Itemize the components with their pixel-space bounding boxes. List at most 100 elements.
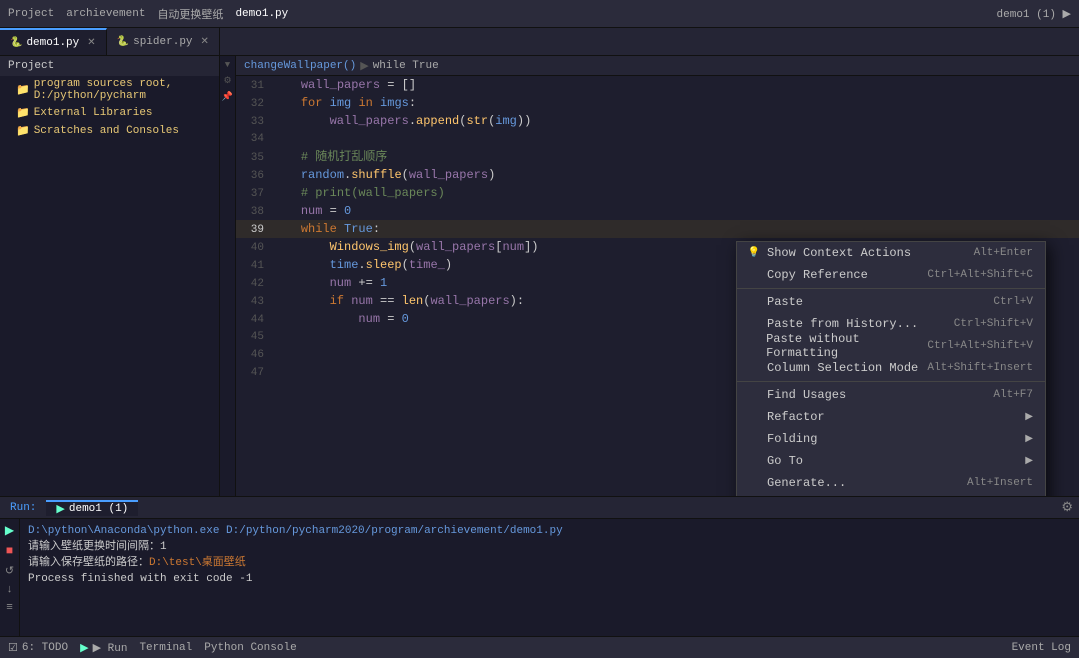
sidebar-title: Project — [8, 60, 54, 72]
line-num-38: 38 — [236, 203, 272, 221]
tab-spider[interactable]: 🐍 spider.py ✕ — [107, 28, 220, 55]
code-editor[interactable]: changeWallpaper() ▶ while True 31 wall_p… — [236, 56, 1079, 496]
line-content-33: wall_papers.append(str(img)) — [272, 112, 531, 130]
menu-label-generate: Generate... — [767, 476, 846, 490]
menu-paste-no-format[interactable]: Paste without Formatting Ctrl+Alt+Shift+… — [737, 335, 1045, 357]
sidebar-item-program[interactable]: 📁 program sources root, D:/python/pychar… — [0, 76, 219, 104]
menu-label-copy-ref: Copy Reference — [767, 268, 868, 282]
goto-arrow: ▶ — [1025, 455, 1033, 467]
menu-shortcut-generate: Alt+Insert — [967, 477, 1033, 489]
menu-label-goto: Go To — [767, 454, 803, 468]
status-todo[interactable]: ☑ 6: TODO — [8, 641, 68, 655]
console-output: D:\python\Anaconda\python.exe D:/python/… — [20, 519, 1079, 636]
sidebar-item-scratches[interactable]: 📁 Scratches and Consoles — [0, 122, 219, 140]
folding-arrow: ▶ — [1025, 433, 1033, 445]
todo-label: 6: TODO — [22, 642, 68, 654]
scroll-end-icon[interactable]: ↓ — [6, 584, 13, 596]
menu-column-selection[interactable]: Column Selection Mode Alt+Shift+Insert — [737, 357, 1045, 379]
status-python-console[interactable]: Python Console — [204, 642, 296, 654]
sidebar-item-external[interactable]: 📁 External Libraries — [0, 104, 219, 122]
console-line-1: 请输入壁纸更换时间间隔：1 — [28, 539, 1071, 555]
menu-refactor[interactable]: Refactor ▶ — [737, 406, 1045, 428]
left-icon-3[interactable]: 📌 — [222, 92, 233, 102]
run-status-icon: ▶ — [80, 641, 88, 655]
menu-paste[interactable]: Paste Ctrl+V — [737, 291, 1045, 313]
title-project[interactable]: Project — [8, 8, 54, 20]
rerun-icon[interactable]: ↺ — [5, 564, 14, 578]
line-content-38: num = 0 — [272, 202, 351, 220]
bottom-tab-demo1[interactable]: ▶ demo1 (1) — [46, 500, 138, 516]
line-num-45: 45 — [236, 328, 272, 346]
tab-demo1-label: demo1.py — [26, 37, 79, 49]
left-icon-2[interactable]: ⚙ — [223, 76, 231, 86]
line-num-40: 40 — [236, 239, 272, 257]
menu-shortcut-paste-no-format: Ctrl+Alt+Shift+V — [927, 340, 1033, 352]
left-icon-1[interactable]: ▼ — [225, 60, 230, 70]
title-bar: Project archievement 自动更换壁纸 demo1.py dem… — [0, 0, 1079, 28]
title-archievement[interactable]: archievement — [66, 8, 145, 20]
terminal-status-label: Terminal — [139, 642, 192, 654]
sidebar-scratches-label: Scratches and Consoles — [34, 125, 179, 137]
folder-icon-external: 📁 — [16, 106, 30, 120]
context-menu: 💡 Show Context Actions Alt+Enter Copy Re… — [736, 241, 1046, 496]
bottom-tab-demo1-label: demo1 (1) — [69, 503, 128, 515]
line-num-34: 34 — [236, 130, 272, 148]
sidebar: Project 📁 program sources root, D:/pytho… — [0, 56, 220, 496]
left-icons-bar: ▼ ⚙ 📌 — [220, 56, 236, 496]
line-content-42: num += 1 — [272, 274, 387, 292]
menu-copy-reference[interactable]: Copy Reference Ctrl+Alt+Shift+C — [737, 264, 1045, 286]
menu-sep-1 — [737, 288, 1045, 289]
menu-label-paste: Paste — [767, 295, 803, 309]
tab-close-spider[interactable]: ✕ — [201, 36, 209, 48]
menu-shortcut-find-usages: Alt+F7 — [993, 389, 1033, 401]
tab-close-demo1[interactable]: ✕ — [87, 37, 95, 49]
menu-folding[interactable]: Folding ▶ — [737, 428, 1045, 450]
code-line-39: 39 while True: — [236, 220, 1079, 238]
line-num-46: 46 — [236, 346, 272, 364]
menu-show-context-actions[interactable]: 💡 Show Context Actions Alt+Enter — [737, 242, 1045, 264]
line-num-41: 41 — [236, 257, 272, 275]
status-terminal[interactable]: Terminal — [139, 642, 192, 654]
menu-label-paste-no-format: Paste without Formatting — [766, 332, 927, 360]
code-line-37: 37 # print(wall_papers) — [236, 184, 1079, 202]
todo-icon: ☑ — [8, 641, 18, 655]
menu-sep-2 — [737, 381, 1045, 382]
bottom-tab-run-label[interactable]: Run: — [0, 502, 46, 514]
code-line-35: 35 # 随机打乱顺序 — [236, 148, 1079, 166]
code-line-38: 38 num = 0 — [236, 202, 1079, 220]
console-line-exit: Process finished with exit code -1 — [28, 571, 1071, 587]
folder-icon-program: 📁 — [16, 83, 30, 97]
python-icon-demo1: 🐍 — [10, 37, 22, 49]
sidebar-header: Project — [0, 56, 219, 76]
line-num-33: 33 — [236, 113, 272, 131]
console-line-path: D:\python\Anaconda\python.exe D:/python/… — [28, 523, 1071, 539]
menu-goto[interactable]: Go To ▶ — [737, 450, 1045, 472]
menu-generate[interactable]: Generate... Alt+Insert — [737, 472, 1045, 494]
menu-shortcut-paste: Ctrl+V — [993, 296, 1033, 308]
line-num-35: 35 — [236, 149, 272, 167]
settings-icon-bottom[interactable]: ⚙ — [1061, 500, 1073, 515]
title-demo[interactable]: demo1.py — [235, 8, 288, 20]
tab-demo1[interactable]: 🐍 demo1.py ✕ — [0, 28, 107, 55]
code-line-36: 36 random.shuffle(wall_papers) — [236, 166, 1079, 184]
menu-shortcut-paste-history: Ctrl+Shift+V — [954, 318, 1033, 330]
title-wallpaper[interactable]: 自动更换壁纸 — [157, 6, 223, 22]
line-content-44: num = 0 — [272, 310, 409, 328]
code-line-33: 33 wall_papers.append(str(img)) — [236, 112, 1079, 130]
line-content-35: # 随机打乱顺序 — [272, 148, 387, 166]
fold-icon-bottom[interactable]: ≡ — [6, 602, 13, 614]
line-num-43: 43 — [236, 293, 272, 311]
status-event-log[interactable]: Event Log — [1012, 642, 1071, 654]
stop-icon[interactable]: ■ — [6, 544, 13, 558]
breadcrumb-func: changeWallpaper() — [244, 60, 356, 72]
menu-shortcut-copy-ref: Ctrl+Alt+Shift+C — [927, 269, 1033, 281]
line-num-37: 37 — [236, 185, 272, 203]
line-content-43: if num == len(wall_papers): — [272, 292, 524, 310]
menu-find-usages[interactable]: Find Usages Alt+F7 — [737, 384, 1045, 406]
tab-spider-label: spider.py — [133, 36, 192, 48]
run-play-icon[interactable]: ▶ — [5, 523, 14, 538]
status-run[interactable]: ▶ ▶ Run — [80, 641, 127, 655]
sidebar-external-label: External Libraries — [34, 107, 153, 119]
status-bar: ☑ 6: TODO ▶ ▶ Run Terminal Python Consol… — [0, 636, 1079, 658]
python-icon-spider: 🐍 — [117, 36, 129, 48]
